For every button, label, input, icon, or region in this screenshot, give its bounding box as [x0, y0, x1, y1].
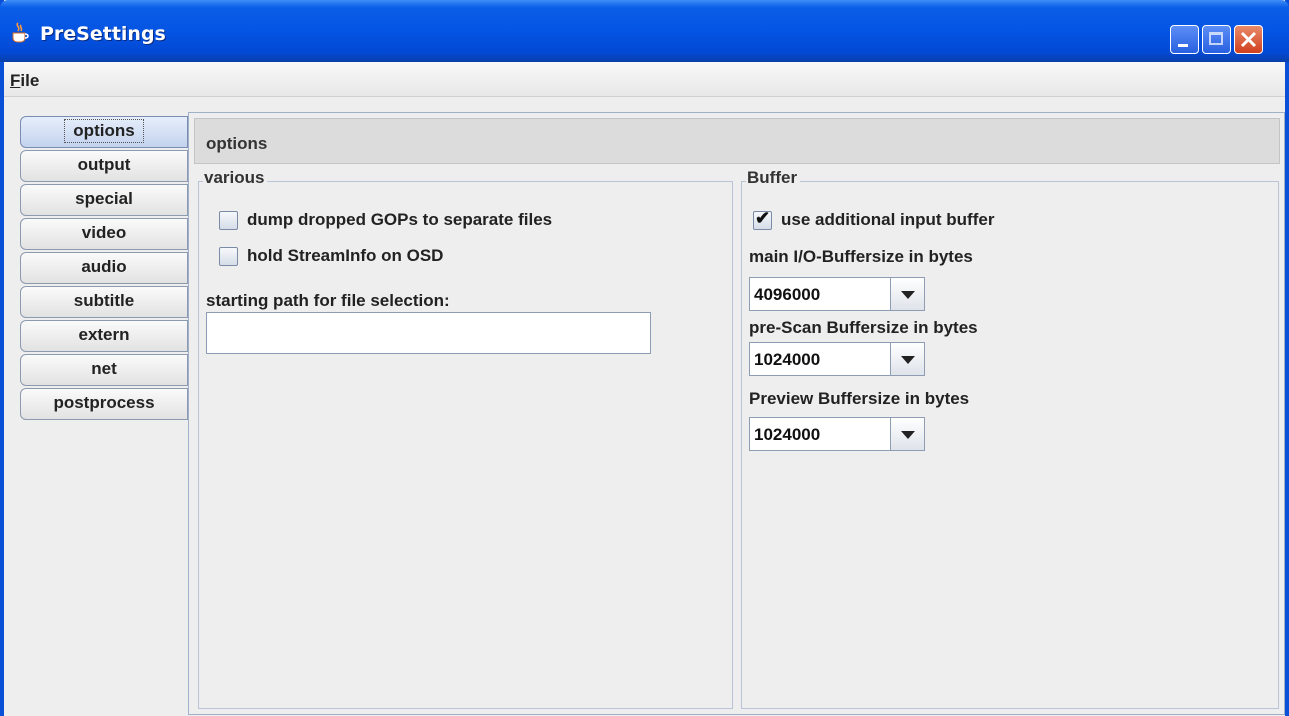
- main-buffer-value: 4096000: [754, 285, 821, 304]
- preview-buffer-value: 1024000: [754, 425, 821, 444]
- tab-label: options: [64, 119, 144, 143]
- chevron-down-icon[interactable]: [890, 343, 924, 375]
- tab-options[interactable]: options: [20, 116, 188, 148]
- use-additional-buffer-label: use additional input buffer: [781, 210, 995, 229]
- dump-gops-checkbox[interactable]: [219, 211, 238, 231]
- presettings-window: PreSettings File options output special …: [0, 0, 1289, 716]
- buffer-title: Buffer: [746, 168, 801, 188]
- section-title: options: [206, 134, 268, 153]
- hold-streaminfo-option[interactable]: hold StreamInfo on OSD: [219, 246, 444, 267]
- tab-subtitle[interactable]: subtitle: [20, 286, 188, 318]
- menu-file[interactable]: File: [10, 71, 39, 91]
- use-additional-buffer-option[interactable]: ✔ use additional input buffer: [753, 208, 995, 231]
- checkmark-icon: ✔: [755, 208, 771, 229]
- tab-audio[interactable]: audio: [20, 252, 188, 284]
- buffer-panel: Buffer ✔ use additional input buffer main…: [741, 168, 1279, 709]
- tab-video[interactable]: video: [20, 218, 188, 250]
- hold-streaminfo-label: hold StreamInfo on OSD: [247, 246, 444, 265]
- tab-net[interactable]: net: [20, 354, 188, 386]
- chevron-down-icon[interactable]: [890, 278, 924, 310]
- dump-gops-label: dump dropped GOPs to separate files: [247, 210, 553, 229]
- prescan-buffer-combo[interactable]: 1024000: [749, 342, 925, 376]
- prescan-buffer-value: 1024000: [754, 350, 821, 369]
- tab-extern[interactable]: extern: [20, 320, 188, 352]
- tab-content: options various dump dropped GOPs to sep…: [188, 112, 1285, 715]
- window-title: PreSettings: [40, 23, 166, 45]
- main-buffer-label: main I/O-Buffersize in bytes: [749, 247, 973, 266]
- tab-postprocess[interactable]: postprocess: [20, 388, 188, 420]
- menu-bar: File: [4, 62, 1285, 97]
- close-button[interactable]: [1234, 25, 1263, 54]
- main-buffer-combo[interactable]: 4096000: [749, 277, 925, 311]
- preview-buffer-combo[interactable]: 1024000: [749, 417, 925, 451]
- various-title: various: [203, 168, 268, 188]
- dump-gops-option[interactable]: dump dropped GOPs to separate files: [219, 210, 553, 231]
- various-panel: various dump dropped GOPs to separate fi…: [198, 168, 733, 709]
- minimize-button[interactable]: [1170, 25, 1199, 54]
- preview-buffer-label: Preview Buffersize in bytes: [749, 389, 970, 408]
- tab-output[interactable]: output: [20, 150, 188, 182]
- use-additional-buffer-checkbox[interactable]: ✔: [753, 208, 772, 231]
- title-bar[interactable]: PreSettings: [0, 0, 1289, 62]
- maximize-button[interactable]: [1202, 25, 1231, 54]
- hold-streaminfo-checkbox[interactable]: [219, 247, 238, 267]
- chevron-down-icon[interactable]: [890, 418, 924, 450]
- tab-special[interactable]: special: [20, 184, 188, 216]
- path-input[interactable]: [206, 312, 651, 354]
- prescan-buffer-label: pre-Scan Buffersize in bytes: [749, 318, 978, 337]
- java-cup-icon: [12, 22, 29, 43]
- section-header: options: [194, 118, 1280, 164]
- close-icon: [1240, 31, 1257, 48]
- path-label: starting path for file selection:: [206, 291, 450, 310]
